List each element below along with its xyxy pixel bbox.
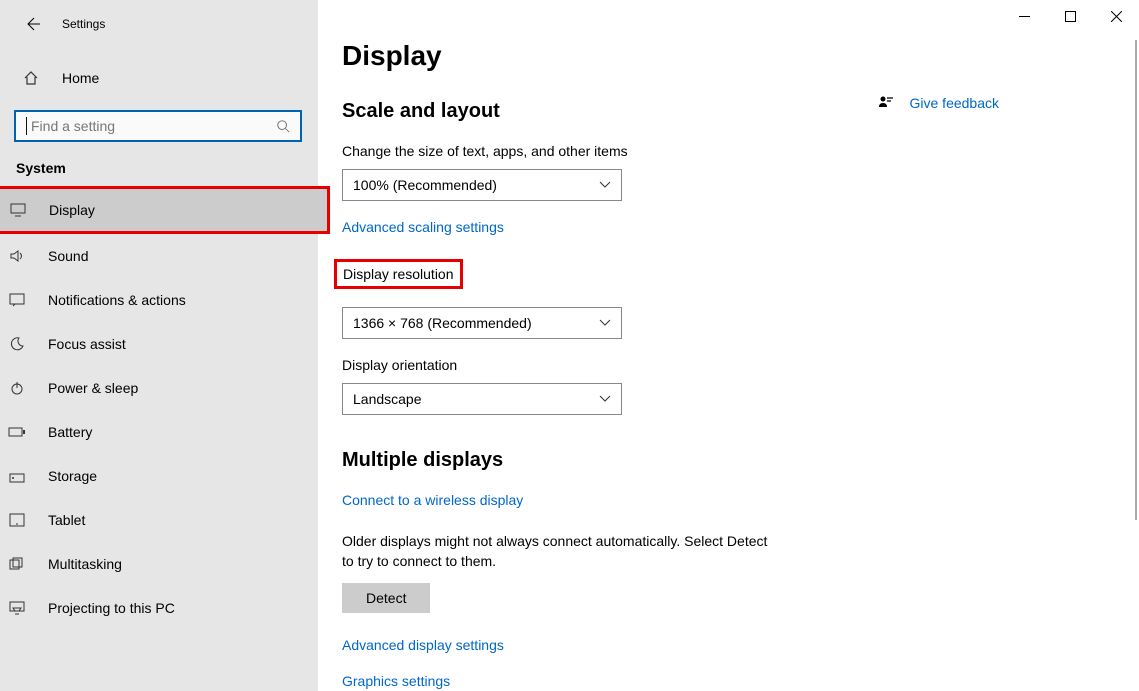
maximize-button[interactable]	[1047, 0, 1093, 32]
sidebar-item-label: Tablet	[48, 512, 85, 528]
chevron-down-icon	[599, 395, 611, 403]
moon-icon	[8, 336, 26, 352]
sidebar-item-label: Home	[62, 70, 99, 86]
sidebar-item-label: Sound	[48, 248, 88, 264]
content-area: Give feedback Display Scale and layout C…	[318, 0, 1139, 691]
sidebar: Settings Home Syst	[0, 0, 318, 691]
sidebar-item-label: Battery	[48, 424, 92, 440]
sidebar-item-label: Focus assist	[48, 336, 126, 352]
scale-select[interactable]: 100% (Recommended)	[342, 169, 622, 201]
scale-desc: Change the size of text, apps, and other…	[342, 143, 1139, 159]
sidebar-item-sound[interactable]: Sound	[0, 234, 332, 278]
minimize-button[interactable]	[1001, 0, 1047, 32]
sidebar-item-tablet[interactable]: Tablet	[0, 498, 332, 542]
page-title: Display	[342, 40, 1139, 72]
feedback-label: Give feedback	[910, 95, 1000, 111]
sidebar-item-label: Notifications & actions	[48, 292, 186, 308]
scrollbar[interactable]	[1135, 40, 1137, 520]
resolution-select[interactable]: 1366 × 768 (Recommended)	[342, 307, 622, 339]
sidebar-item-home[interactable]: Home	[14, 58, 304, 98]
sidebar-item-label: Power & sleep	[48, 380, 138, 396]
sidebar-item-label: Storage	[48, 468, 97, 484]
detect-button[interactable]: Detect	[342, 583, 430, 613]
resolution-label: Display resolution	[334, 259, 463, 289]
sidebar-item-display[interactable]: Display	[0, 186, 330, 234]
select-value: 1366 × 768 (Recommended)	[353, 315, 532, 331]
search-icon	[276, 119, 290, 133]
home-icon	[22, 70, 40, 86]
search-input[interactable]	[14, 110, 302, 142]
select-value: 100% (Recommended)	[353, 177, 497, 193]
chevron-down-icon	[599, 181, 611, 189]
detect-text: Older displays might not always connect …	[342, 532, 782, 571]
feedback-link[interactable]: Give feedback	[878, 95, 1000, 111]
sidebar-item-label: Projecting to this PC	[48, 600, 175, 616]
feedback-icon	[878, 95, 894, 111]
storage-icon	[8, 469, 26, 483]
sidebar-item-projecting[interactable]: Projecting to this PC	[0, 586, 332, 630]
section-heading-scale: Scale and layout	[342, 100, 1139, 123]
sidebar-item-label: Display	[49, 202, 95, 218]
projecting-icon	[8, 601, 26, 615]
sidebar-item-power[interactable]: Power & sleep	[0, 366, 332, 410]
battery-icon	[8, 426, 26, 438]
graphics-settings-link[interactable]: Graphics settings	[342, 673, 450, 689]
power-icon	[8, 380, 26, 396]
sidebar-item-battery[interactable]: Battery	[0, 410, 332, 454]
sidebar-item-multitasking[interactable]: Multitasking	[0, 542, 332, 586]
sound-icon	[8, 248, 26, 264]
chevron-down-icon	[599, 319, 611, 327]
select-value: Landscape	[353, 391, 422, 407]
notifications-icon	[8, 293, 26, 307]
multitasking-icon	[8, 557, 26, 571]
section-heading-multi: Multiple displays	[342, 449, 1139, 472]
tablet-icon	[8, 513, 26, 527]
sidebar-item-focus[interactable]: Focus assist	[0, 322, 332, 366]
advanced-display-link[interactable]: Advanced display settings	[342, 637, 504, 653]
category-label: System	[14, 160, 304, 176]
orientation-select[interactable]: Landscape	[342, 383, 622, 415]
orientation-label: Display orientation	[342, 357, 1139, 373]
monitor-icon	[9, 203, 27, 217]
wireless-display-link[interactable]: Connect to a wireless display	[342, 492, 523, 508]
advanced-scaling-link[interactable]: Advanced scaling settings	[342, 219, 504, 235]
back-icon[interactable]	[24, 16, 40, 32]
close-button[interactable]	[1093, 0, 1139, 32]
sidebar-item-notifications[interactable]: Notifications & actions	[0, 278, 332, 322]
sidebar-item-label: Multitasking	[48, 556, 122, 572]
sidebar-item-storage[interactable]: Storage	[0, 454, 332, 498]
app-title: Settings	[62, 17, 105, 31]
